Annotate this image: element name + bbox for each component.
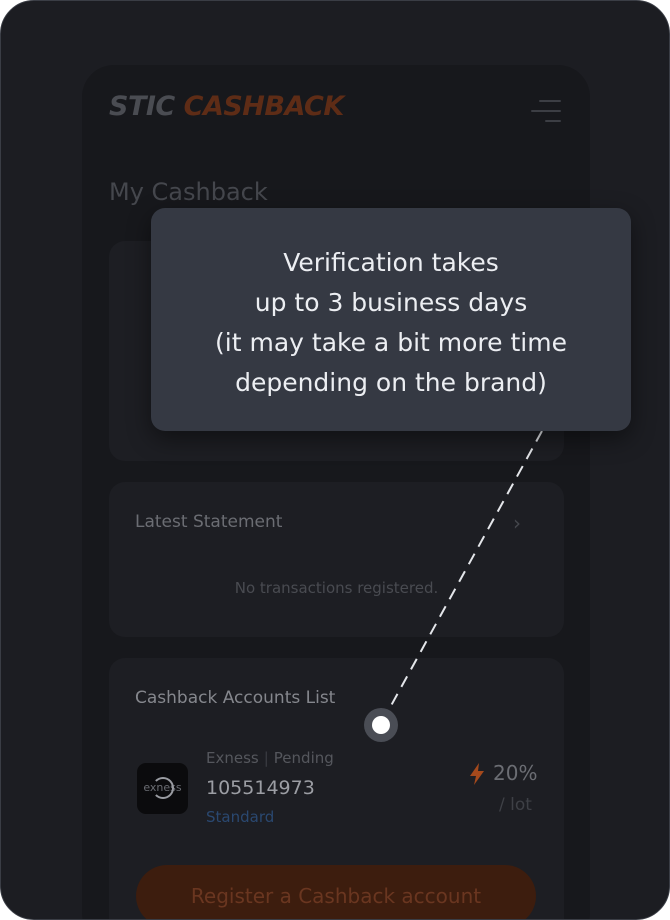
- app-frame: STIC CASHBACK My Cashback Latest Stateme…: [0, 0, 670, 920]
- tooltip-text: Verification takes up to 3 business days…: [151, 243, 631, 403]
- tooltip-line-3: (it may take a bit more time: [215, 328, 567, 357]
- verification-tooltip: Verification takes up to 3 business days…: [151, 208, 631, 431]
- tooltip-leader-line: [364, 430, 543, 742]
- tooltip-line-2: up to 3 business days: [254, 288, 528, 317]
- tooltip-line-1: Verification takes: [283, 248, 499, 277]
- tooltip-line-4: depending on the brand): [235, 368, 547, 397]
